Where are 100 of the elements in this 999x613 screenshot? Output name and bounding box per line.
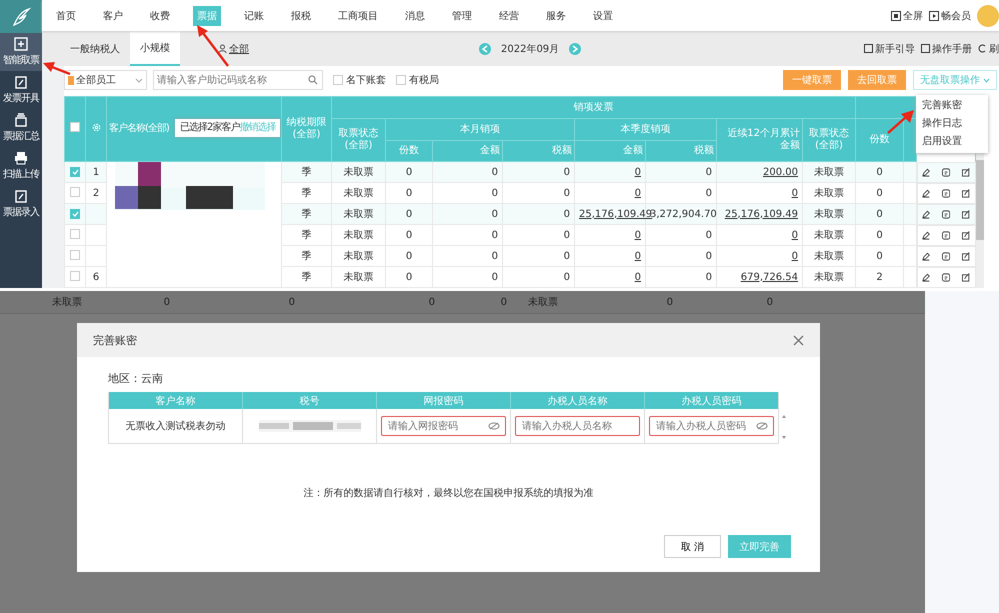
amount-link[interactable]: 0 (634, 250, 641, 262)
nav-item[interactable]: 报税 (287, 6, 315, 26)
tab[interactable]: 小规模 (130, 31, 180, 66)
input-field[interactable]: 请输入办税人员密码 (649, 416, 774, 436)
search-field[interactable]: 请输入客户助记码或名称 (153, 70, 323, 90)
table-cell: 未取票 (802, 246, 856, 266)
pencil-icon[interactable] (922, 272, 930, 282)
pencil-icon[interactable] (922, 168, 930, 176)
table-cell-text: 0 (288, 296, 295, 308)
menu-item[interactable]: 完善账密 (916, 97, 988, 115)
fullscreen-icon[interactable] (891, 10, 901, 20)
table-cell: 0 (492, 166, 498, 178)
table-cell: 0 (706, 230, 712, 240)
tab[interactable]: 一般纳税人 (60, 31, 130, 66)
eye-slash-icon[interactable] (488, 422, 500, 430)
stack-icon[interactable] (14, 113, 28, 127)
table-cell: 0 (564, 188, 570, 198)
table-cell: 0 (386, 246, 432, 266)
pencil-icon[interactable] (922, 188, 930, 198)
note-icon[interactable] (942, 188, 950, 198)
note-icon[interactable] (942, 168, 950, 176)
amount-link[interactable]: 0 (634, 166, 641, 178)
edit-icon[interactable] (962, 188, 971, 198)
add-square-icon[interactable] (14, 37, 28, 51)
row-checkbox[interactable] (70, 270, 80, 280)
printer-icon[interactable] (14, 151, 28, 165)
edit-icon[interactable] (962, 230, 971, 240)
help-link[interactable]: 操作手册 (921, 42, 972, 56)
row-checkbox[interactable] (70, 166, 80, 176)
amount-link[interactable]: 0 (634, 272, 641, 282)
sidebar-item[interactable]: 发票开具 (0, 71, 42, 109)
table-cell: 0 (386, 162, 432, 182)
table-cell: 季 (282, 204, 332, 224)
input-field[interactable]: 请输入办税人员名称 (515, 416, 640, 436)
note-icon[interactable] (942, 272, 950, 282)
table-cell: 0 (564, 208, 570, 220)
nav-item[interactable]: 经营 (495, 6, 523, 26)
nav-item[interactable]: 收费 (146, 6, 174, 26)
row-checkbox[interactable] (70, 208, 80, 218)
row-checkbox[interactable] (70, 250, 80, 260)
nav-link[interactable]: 畅会员 (929, 8, 971, 22)
amount-link[interactable]: 0 (634, 188, 641, 198)
column-header: 金额 (623, 145, 643, 156)
sidebar-item[interactable]: 扫描上传 (0, 147, 42, 185)
tab[interactable]: 全部 (208, 31, 259, 66)
amount-link[interactable]: 25,176,109.49 (579, 208, 652, 220)
sidebar-item[interactable]: 智能取票 (0, 33, 42, 71)
pencil-icon[interactable] (922, 210, 930, 218)
clipboard-icon[interactable] (14, 189, 28, 203)
nav-item[interactable]: 服务 (542, 6, 570, 26)
table-cell: 2 (856, 266, 904, 288)
nav-item[interactable]: 管理 (448, 6, 476, 26)
menu-item[interactable]: 启用设置 (916, 133, 988, 151)
help-link[interactable]: 刷 (978, 42, 999, 56)
nav-item[interactable]: 工商项目 (334, 6, 382, 26)
column-header: 金额 (480, 145, 500, 156)
checkbox[interactable]: 名下账套 (333, 73, 386, 87)
eye-slash-icon[interactable] (756, 422, 768, 430)
close-icon[interactable] (793, 334, 804, 346)
edit-icon[interactable] (962, 252, 971, 260)
row-checkbox[interactable] (70, 186, 80, 196)
annotation-arrow (43, 62, 70, 76)
help-link[interactable]: 新手引导 (864, 42, 915, 56)
user-icon[interactable] (218, 44, 227, 53)
column-header: 税号 (243, 392, 377, 409)
clipboard-icon[interactable] (14, 75, 28, 89)
cancel-button[interactable]: 取 消 (664, 535, 721, 558)
checkbox[interactable]: 有税局 (396, 73, 439, 87)
table-cell: 0 (564, 250, 570, 262)
note-icon[interactable] (942, 230, 950, 240)
sidebar-item[interactable]: 票据录入 (0, 185, 42, 223)
nav-item[interactable]: 首页 (52, 6, 80, 26)
nav-item[interactable]: 设置 (589, 6, 617, 26)
table-cell: 0 (564, 230, 570, 240)
table-cell: 0 (492, 208, 498, 220)
staff-dropdown[interactable]: 全部员工 (64, 70, 147, 90)
sidebar-item[interactable]: 票据汇总 (0, 109, 42, 147)
nav-item[interactable]: 消息 (401, 6, 429, 26)
pencil-icon[interactable] (922, 252, 930, 260)
table-cell: 0 (856, 162, 904, 182)
amount-link[interactable]: 0 (792, 230, 798, 240)
amount-link[interactable]: 0 (792, 250, 798, 262)
note-icon[interactable] (942, 210, 950, 218)
amount-link[interactable]: 0 (634, 230, 641, 240)
search-icon[interactable] (308, 75, 318, 85)
nav-link[interactable]: 全屏 (891, 8, 923, 22)
input-field[interactable]: 请输入网报密码 (381, 416, 506, 436)
pencil-icon[interactable] (922, 230, 930, 240)
refresh-icon[interactable] (978, 44, 987, 53)
select-all-checkbox[interactable] (70, 122, 80, 132)
amount-link[interactable]: 0 (792, 188, 798, 198)
note-icon[interactable] (942, 252, 950, 260)
row-checkbox[interactable] (70, 228, 80, 238)
play-icon[interactable] (929, 10, 939, 20)
nav-item[interactable]: 客户 (99, 6, 127, 26)
edit-icon[interactable] (962, 272, 971, 282)
edit-icon[interactable] (962, 168, 971, 176)
edit-icon[interactable] (962, 210, 971, 218)
nav-item[interactable]: 记账 (240, 6, 268, 26)
menu-item[interactable]: 操作日志 (916, 115, 988, 133)
